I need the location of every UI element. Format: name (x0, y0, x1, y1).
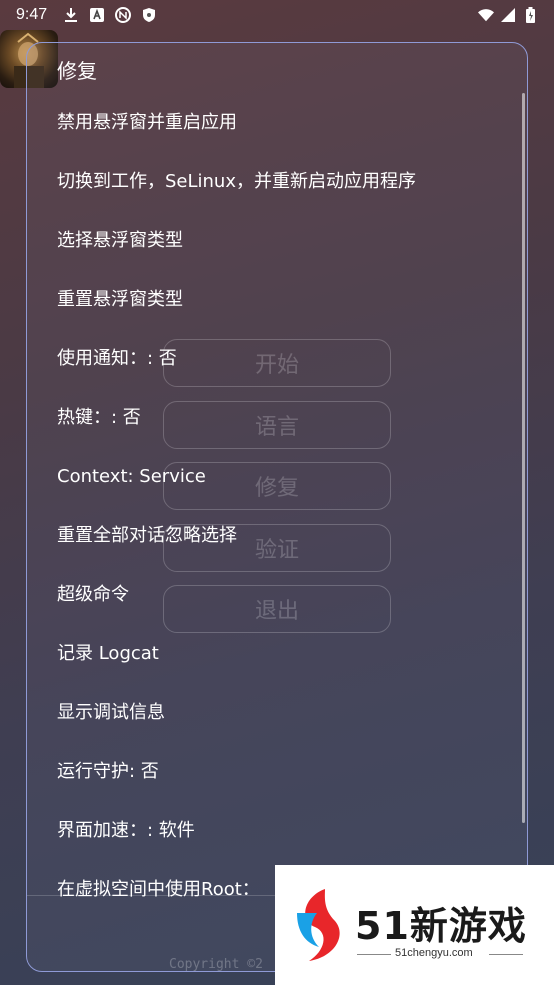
scrollbar[interactable] (522, 93, 525, 823)
dialog-title: 修复 (57, 59, 97, 83)
download-icon (63, 7, 79, 23)
menu-item-use-notification[interactable]: 使用通知：: 否 (57, 344, 177, 374)
menu-item-super-command[interactable]: 超级命令 (57, 580, 129, 610)
menu-item-reset-dialog-ignore[interactable]: 重置全部对话忽略选择 (57, 521, 237, 551)
menu-item-hotkey[interactable]: 热键：: 否 (57, 403, 141, 433)
copyright-text: Copyright ©2 (169, 957, 263, 972)
status-time: 9:47 (16, 6, 48, 23)
status-bar: 9:47 (0, 0, 554, 30)
watermark-url: 51chengyu.com (395, 947, 473, 959)
menu-item-ui-acceleration[interactable]: 界面加速：: 软件 (57, 816, 195, 846)
watermark-line-right (489, 954, 523, 955)
watermark: 51新游戏 51chengyu.com (275, 865, 554, 985)
font-a-icon (89, 7, 105, 23)
menu-item-reset-float-type[interactable]: 重置悬浮窗类型 (57, 285, 183, 315)
menu-item-record-logcat[interactable]: 记录 Logcat (57, 639, 159, 669)
signal-icon (500, 7, 516, 23)
battery-icon (522, 7, 538, 23)
menu-item-disable-float-restart[interactable]: 禁用悬浮窗并重启应用 (57, 108, 237, 138)
watermark-line-left (357, 954, 391, 955)
menu-item-run-guard[interactable]: 运行守护: 否 (57, 757, 159, 787)
wifi-icon (478, 7, 494, 23)
repair-dialog: 修复 禁用悬浮窗并重启应用 切换到工作，SeLinux，并重新启动应用程序 选择… (26, 42, 528, 972)
menu-item-select-float-type[interactable]: 选择悬浮窗类型 (57, 226, 183, 256)
watermark-brand: 51新游戏 (355, 904, 527, 948)
menu-item-context[interactable]: Context: Service (57, 462, 206, 492)
watermark-logo-icon (297, 889, 340, 961)
menu-item-root-virtual-space[interactable]: 在虚拟空间中使用Root： (57, 875, 260, 905)
menu-item-switch-work-selinux[interactable]: 切换到工作，SeLinux，并重新启动应用程序 (57, 167, 416, 197)
shield-icon (141, 7, 157, 23)
nfc-icon (115, 7, 132, 23)
menu-item-show-debug-info[interactable]: 显示调试信息 (57, 698, 165, 728)
